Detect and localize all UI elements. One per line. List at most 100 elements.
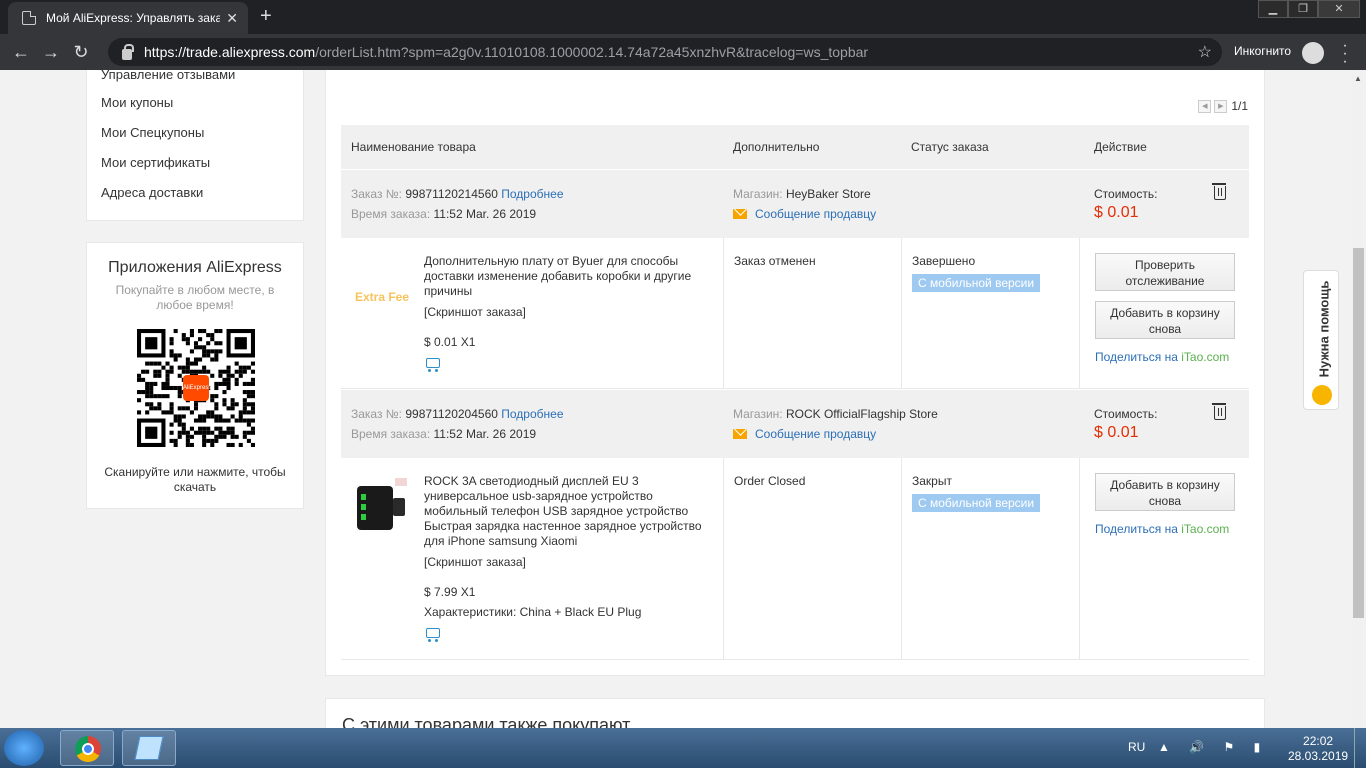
add-to-cart-again-button[interactable]: Добавить в корзину снова <box>1095 301 1235 339</box>
address-bar[interactable]: https://trade.aliexpress.com /orderList.… <box>108 38 1222 66</box>
account-sidebar: Управление отзывами Мои купоны Мои Спецк… <box>86 70 304 221</box>
system-tray-icons[interactable]: ▲ 🔊 ⚑ ▮ <box>1158 740 1268 754</box>
page-icon <box>22 11 36 25</box>
col-extra: Дополнительно <box>733 140 820 154</box>
order-extra-status: Заказ отменен <box>734 254 816 268</box>
minimize-button[interactable]: ▁ <box>1258 0 1288 18</box>
cost-label: Стоимость: <box>1094 407 1158 421</box>
notepad-icon <box>134 736 164 760</box>
product-name-link[interactable]: Дополнительную плату от Byuer для способ… <box>424 254 719 299</box>
orders-table-header: Наименование товара Дополнительно Статус… <box>341 125 1249 169</box>
tab-close-icon[interactable]: ✕ <box>226 10 238 27</box>
apps-scan-text[interactable]: Сканируйте или нажмите, чтобы скачать <box>87 465 303 495</box>
scroll-up-arrow-icon[interactable]: ▲ <box>1354 74 1362 83</box>
itao-site: iTao.com <box>1181 522 1230 536</box>
order-number-label: Заказ №: <box>351 407 403 421</box>
order-header: Заказ №: 99871120214560 Подробнее Время … <box>341 170 1249 238</box>
start-button[interactable] <box>4 730 44 766</box>
delete-order-trash-icon[interactable] <box>1212 183 1226 200</box>
sidebar-item-certificates[interactable]: Мои сертификаты <box>101 155 210 170</box>
envelope-icon <box>733 429 747 439</box>
product-name-link[interactable]: ROCK 3A светодиодный дисплей EU 3 универ… <box>424 474 719 549</box>
store-name[interactable]: ROCK OfficialFlagship Store <box>786 407 938 421</box>
add-to-cart-again-button[interactable]: Добавить в корзину снова <box>1095 473 1235 511</box>
sidebar-item-addresses[interactable]: Адреса доставки <box>101 185 203 200</box>
taskbar-notepad[interactable] <box>122 730 176 766</box>
page-indicator: 1/1 <box>1231 99 1248 113</box>
order-number-label: Заказ №: <box>351 187 403 201</box>
col-product: Наименование товара <box>351 140 476 154</box>
order-details-link[interactable]: Подробнее <box>501 407 563 421</box>
characteristics: Характеристики: China + Black EU Plug <box>424 605 642 619</box>
page-scrollbar[interactable]: ▲ <box>1351 70 1366 728</box>
store-name[interactable]: HeyBaker Store <box>786 187 871 201</box>
delete-order-trash-icon[interactable] <box>1212 403 1226 420</box>
browser-menu-icon[interactable]: · · · <box>1340 38 1350 70</box>
order-time: 11:52 Mar. 26 2019 <box>433 207 537 221</box>
store-label: Магазин: <box>733 407 783 421</box>
order-number: 99871120214560 <box>405 187 498 201</box>
sidebar-item-coupons[interactable]: Мои купоны <box>101 95 173 110</box>
itao-site: iTao.com <box>1181 350 1230 364</box>
window-close-button[interactable]: ✕ <box>1318 0 1360 18</box>
new-tab-button[interactable]: + <box>260 6 272 26</box>
order-snapshot-link[interactable]: [Скриншот заказа] <box>424 305 526 319</box>
maximize-button[interactable]: ❐ <box>1288 0 1318 18</box>
order-item-row: Extra Fee Дополнительную плату от Byuer … <box>341 238 1249 389</box>
show-desktop-button[interactable] <box>1354 728 1366 768</box>
help-mascot-icon <box>1312 385 1332 405</box>
mobile-version-badge: С мобильной версии <box>912 494 1041 512</box>
help-widget[interactable]: Нужна помощь <box>1303 270 1339 410</box>
order-time: 11:52 Mar. 26 2019 <box>433 427 537 441</box>
message-seller-link[interactable]: Сообщение продавцу <box>755 207 876 221</box>
browser-tab[interactable]: Мой AliExpress: Управлять заказ ✕ <box>8 2 248 34</box>
price-quantity: $ 0.01 X1 <box>424 335 476 349</box>
bookmark-star-icon[interactable]: ☆ <box>1198 42 1212 62</box>
scrollbar-thumb[interactable] <box>1353 248 1364 618</box>
order-extra-status: Order Closed <box>734 474 806 488</box>
reload-button[interactable]: ↻ <box>66 42 96 63</box>
clock-time: 22:02 <box>1303 734 1334 748</box>
sidebar-item-reviews[interactable]: Управление отзывами <box>101 70 235 82</box>
message-seller-link[interactable]: Сообщение продавцу <box>755 427 876 441</box>
order-cost: $ 0.01 <box>1094 424 1139 441</box>
prev-page-button[interactable]: ◀ <box>1198 99 1212 113</box>
col-action: Действие <box>1094 140 1147 154</box>
sidebar-item-special-coupons[interactable]: Мои Спецкупоны <box>101 125 204 140</box>
share-itao-link[interactable]: Поделиться на iTao.com <box>1095 522 1229 536</box>
order-number: 99871120204560 <box>405 407 498 421</box>
incognito-icon[interactable] <box>1302 42 1324 64</box>
back-button[interactable]: ← <box>6 42 36 63</box>
page-viewport: Управление отзывами Мои купоны Мои Спецк… <box>0 70 1351 728</box>
help-label: Нужна помощь <box>1316 280 1332 378</box>
next-page-button[interactable]: ▶ <box>1214 99 1228 113</box>
order-cost: $ 0.01 <box>1094 204 1139 221</box>
product-image-charger[interactable] <box>353 478 411 536</box>
incognito-label: Инкогнито <box>1234 44 1292 58</box>
track-order-button[interactable]: Проверить отслеживание <box>1095 253 1235 291</box>
price-quantity: $ 7.99 X1 <box>424 585 476 599</box>
order-status: Закрыт <box>912 474 952 488</box>
order-item-row: ROCK 3A светодиодный дисплей EU 3 универ… <box>341 458 1249 660</box>
order-snapshot-link[interactable]: [Скриншот заказа] <box>424 555 526 569</box>
share-itao-link[interactable]: Поделиться на iTao.com <box>1095 350 1229 364</box>
taskbar-chrome[interactable] <box>60 730 114 766</box>
envelope-icon <box>733 209 747 219</box>
browser-tab-strip: Мой AliExpress: Управлять заказ ✕ + ▁ ❐ … <box>0 0 1366 34</box>
order-time-label: Время заказа: <box>351 207 431 221</box>
browser-toolbar: ← → ↻ https://trade.aliexpress.com /orde… <box>0 34 1366 70</box>
col-status: Статус заказа <box>911 140 989 154</box>
order-details-link[interactable]: Подробнее <box>501 187 563 201</box>
window-controls: ▁ ❐ ✕ <box>1258 0 1360 18</box>
product-image-extra-fee[interactable]: Extra Fee <box>353 268 411 326</box>
url-path: /orderList.htm?spm=a2g0v.11010108.100000… <box>315 44 869 60</box>
url-host: https://trade.aliexpress.com <box>144 44 316 60</box>
order-header: Заказ №: 99871120204560 Подробнее Время … <box>341 390 1249 458</box>
shipping-truck-icon <box>426 628 440 642</box>
language-indicator[interactable]: RU <box>1128 740 1145 754</box>
apps-promo: Приложения AliExpress Покупайте в любом … <box>86 242 304 509</box>
forward-button[interactable]: → <box>36 42 66 63</box>
also-bought-section: С этими товарами также покупают <box>325 698 1265 728</box>
clock[interactable]: 22:02 28.03.2019 <box>1288 734 1348 764</box>
aliexpress-logo: AliExpress <box>183 375 211 401</box>
